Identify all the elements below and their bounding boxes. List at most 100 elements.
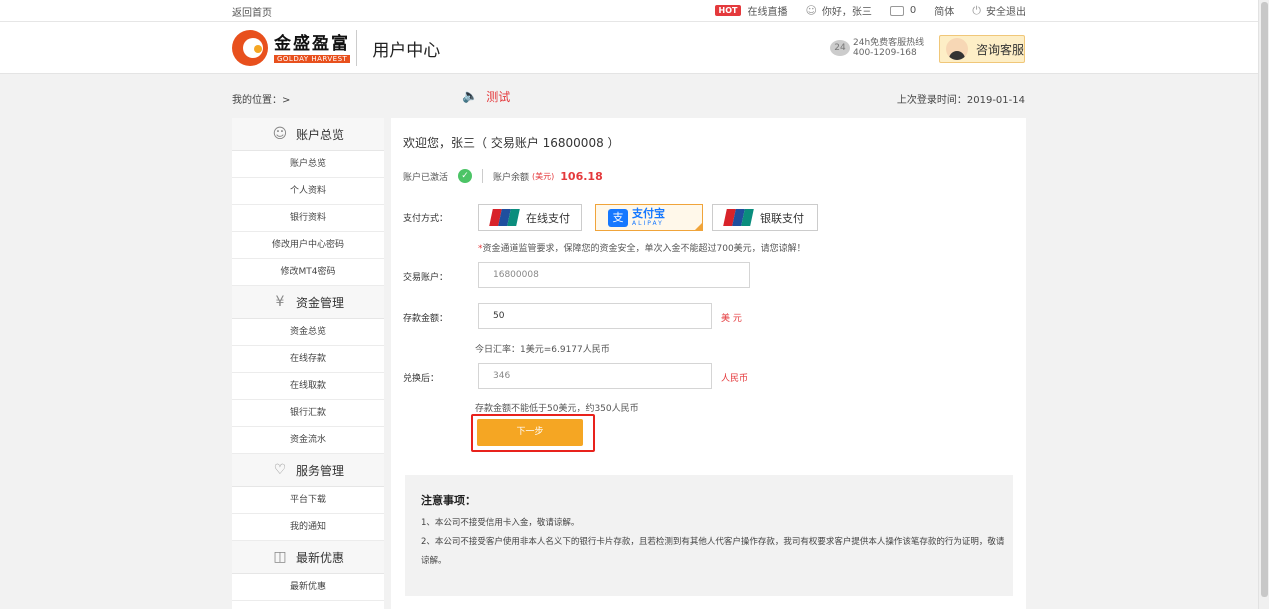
page-title: 用户中心 bbox=[372, 40, 441, 61]
converted-label: 兑换后： bbox=[403, 374, 440, 384]
hotline-label: 24h免费客服热线 bbox=[853, 38, 925, 48]
gift-icon: ◫ bbox=[273, 549, 287, 565]
sidebar-group-services[interactable]: ♡ 服务管理 bbox=[232, 454, 384, 487]
user-icon: ☺ bbox=[272, 126, 288, 142]
sidebar-item-withdraw[interactable]: 在线取款 bbox=[232, 373, 384, 400]
message-icon bbox=[889, 5, 904, 16]
messages-link[interactable]: 0 bbox=[889, 5, 917, 16]
logout-label: 安全退出 bbox=[986, 7, 1026, 18]
scrollbar[interactable] bbox=[1258, 0, 1269, 609]
logo-en: GOLDAY HARVEST bbox=[274, 54, 351, 63]
top-bar: 返回首页 HOT 在线直播 ☺ 你好，张三 0 简体 ⏻ 安全退出 bbox=[0, 0, 1258, 22]
sidebar-group-label: 账户总览 bbox=[295, 127, 344, 142]
sidebar-item-funds-flow[interactable]: 资金流水 bbox=[232, 427, 384, 454]
min-amount-hint: 存款金额不能低于50美元，约350人民币 bbox=[475, 404, 639, 414]
sidebar-item-platform-download[interactable]: 平台下载 bbox=[232, 487, 384, 514]
exchange-rate: 今日汇率：1美元=6.9177人民币 bbox=[475, 345, 610, 355]
sidebar-group-label: 最新优惠 bbox=[295, 550, 344, 565]
breadcrumb: 我的位置：> bbox=[232, 95, 291, 106]
sidebar-group-label: 服务管理 bbox=[295, 463, 344, 478]
logo[interactable]: 金盛盈富 GOLDAY HARVEST 用户中心 bbox=[232, 30, 440, 66]
top-bar-right: HOT 在线直播 ☺ 你好，张三 0 简体 ⏻ 安全退出 bbox=[714, 3, 1026, 19]
sidebar: ☺ 账户总览 账户总览 个人资料 银行资料 修改用户中心密码 修改MT4密码 ¥… bbox=[232, 118, 384, 609]
sidebar-group-funds[interactable]: ¥ 资金管理 bbox=[232, 286, 384, 319]
notes-title: 注意事项： bbox=[421, 494, 476, 507]
pay-method-label: 支付方式： bbox=[403, 214, 449, 224]
consult-button[interactable]: 咨询客服 bbox=[939, 35, 1025, 63]
sidebar-item-change-mt4-password[interactable]: 修改MT4密码 bbox=[232, 259, 384, 286]
divider bbox=[482, 169, 484, 183]
sidebar-item-deposit[interactable]: 在线存款 bbox=[232, 346, 384, 373]
converted-unit: 人民币 bbox=[721, 374, 749, 384]
balance-value: 106.18 bbox=[560, 169, 603, 183]
last-login: 上次登录时间：2019-01-14 bbox=[896, 95, 1025, 106]
amount-label: 存款金额： bbox=[403, 314, 449, 324]
user-greeting[interactable]: ☺ 你好，张三 bbox=[805, 3, 871, 18]
scroll-thumb[interactable] bbox=[1261, 2, 1268, 597]
sidebar-item-account-overview[interactable]: 账户总览 bbox=[232, 151, 384, 178]
speaker-icon: 🔈 bbox=[462, 89, 479, 104]
sidebar-item-bank-info[interactable]: 银行资料 bbox=[232, 205, 384, 232]
balance-unit: (美元) bbox=[532, 171, 555, 181]
hotline-number: 400-1209-168 bbox=[853, 48, 917, 58]
converted-input[interactable]: 346 bbox=[478, 363, 712, 389]
welcome-text: 欢迎您，张三（ 交易账户 16800008 ） bbox=[403, 136, 620, 150]
logo-divider bbox=[356, 30, 358, 66]
sidebar-item-notifications[interactable]: 我的通知 bbox=[232, 514, 384, 541]
account-input[interactable]: 16800008 bbox=[478, 262, 750, 288]
back-home-link[interactable]: 返回首页 bbox=[232, 4, 272, 19]
sidebar-group-promotions[interactable]: ◫ 最新优惠 bbox=[232, 541, 384, 574]
amount-input[interactable]: 50 bbox=[478, 303, 712, 329]
power-icon: ⏻ bbox=[972, 3, 981, 17]
next-button[interactable]: 下一步 bbox=[477, 419, 583, 446]
account-label: 交易账户： bbox=[403, 273, 449, 283]
notice-text: 测试 bbox=[486, 90, 511, 104]
user-icon: ☺ bbox=[805, 4, 817, 17]
unionpay-icon bbox=[723, 209, 754, 226]
live-label: 在线直播 bbox=[747, 7, 788, 18]
agent-avatar bbox=[946, 38, 968, 60]
activated-label: 账户已激活 bbox=[403, 172, 449, 183]
hot-badge: HOT bbox=[714, 5, 742, 16]
account-status: 账户已激活 ✓ 账户余额 (美元) 106.18 bbox=[403, 169, 603, 183]
pay-option-unionpay[interactable]: 银联支付 bbox=[712, 204, 818, 231]
logo-cn: 金盛盈富 bbox=[274, 33, 350, 54]
pay-option-online[interactable]: 在线支付 bbox=[478, 204, 582, 231]
notice-bar[interactable]: 🔈 测试 bbox=[462, 88, 510, 105]
check-icon: ✓ bbox=[458, 169, 473, 183]
next-button-highlight: 下一步 bbox=[471, 414, 595, 452]
alipay-text: 支付宝 ALIPAY bbox=[632, 207, 665, 228]
phone-icon: 24 bbox=[830, 40, 850, 56]
pay-option-label: 在线支付 bbox=[526, 211, 570, 225]
unionpay-icon bbox=[489, 209, 520, 226]
live-link[interactable]: HOT 在线直播 bbox=[714, 3, 788, 18]
logout-link[interactable]: ⏻ 安全退出 bbox=[972, 3, 1026, 19]
hotline: 24 24h免费客服热线 400-1209-168 bbox=[830, 38, 924, 58]
pay-option-label: 银联支付 bbox=[760, 211, 804, 225]
deposit-panel: 欢迎您，张三（ 交易账户 16800008 ） 账户已激活 ✓ 账户余额 (美元… bbox=[391, 118, 1026, 609]
notes-box: 注意事项： 1、本公司不接受信用卡入金，敬请谅解。 2、本公司不接受客户使用非本… bbox=[405, 475, 1013, 596]
sidebar-item-funds-overview[interactable]: 资金总览 bbox=[232, 319, 384, 346]
balance-label: 账户余额 bbox=[493, 172, 530, 183]
sidebar-group-label: 资金管理 bbox=[295, 295, 344, 310]
logo-mark-icon bbox=[232, 30, 268, 66]
language-label: 简体 bbox=[934, 7, 955, 18]
sidebar-item-promotions[interactable]: 最新优惠 bbox=[232, 574, 384, 601]
notes-line: 1、本公司不接受信用卡入金，敬请谅解。 bbox=[421, 518, 580, 528]
language-switch[interactable]: 简体 bbox=[934, 3, 954, 18]
sidebar-group-account[interactable]: ☺ 账户总览 bbox=[232, 118, 384, 151]
header: 金盛盈富 GOLDAY HARVEST 用户中心 24 24h免费客服热线 40… bbox=[0, 22, 1258, 74]
sidebar-item-profile[interactable]: 个人资料 bbox=[232, 178, 384, 205]
pay-option-alipay[interactable]: 支 支付宝 ALIPAY bbox=[595, 204, 703, 231]
logo-text: 金盛盈富 GOLDAY HARVEST bbox=[274, 33, 351, 63]
consult-label: 咨询客服 bbox=[976, 42, 1025, 57]
sidebar-item-change-password[interactable]: 修改用户中心密码 bbox=[232, 232, 384, 259]
notes-line: 2、本公司不接受客户使用非本人名义下的银行卡片存款，且若检测到有其他人代客户操作… bbox=[421, 537, 1005, 566]
messages-count: 0 bbox=[909, 5, 917, 16]
yen-coin-icon: ¥ bbox=[275, 294, 285, 310]
greeting-label: 你好，张三 bbox=[821, 7, 872, 18]
amount-unit: 美 元 bbox=[721, 314, 742, 324]
alipay-icon: 支 bbox=[608, 208, 628, 227]
deposit-limit-warning: *资金通道监管要求，保障您的资金安全，单次入金不能超过700美元，请您谅解！ bbox=[478, 244, 806, 254]
sidebar-item-wire-transfer[interactable]: 银行汇款 bbox=[232, 400, 384, 427]
